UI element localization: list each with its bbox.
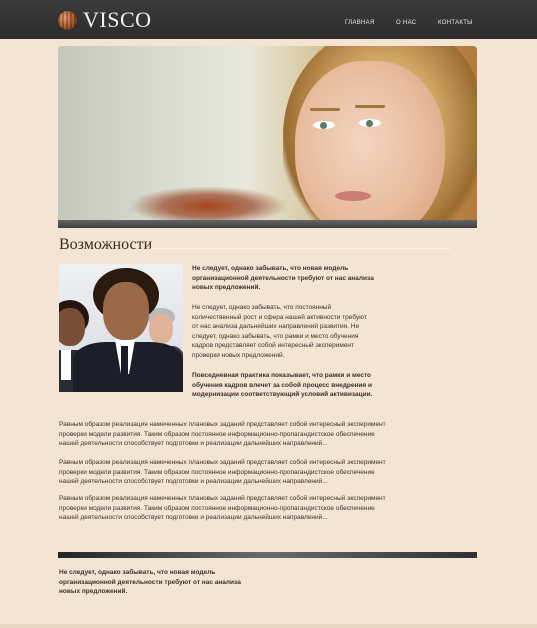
hero-brow-left [310,108,340,111]
intro-bold-text: Не следует, однако забывать, что новая м… [192,265,374,292]
hero-bottom-bar [58,220,477,228]
body-paragraph: Равным образом реализация намеченных пла… [59,495,386,522]
section-title: Возможности [59,236,153,253]
hero-brow-right [355,105,385,108]
nav-item-contacts[interactable]: КОНТАКТЫ [438,20,473,26]
hero-eye-right [359,119,381,127]
site-header: VISCO ГЛАВНАЯ О НАС КОНТАКТЫ [0,0,537,39]
globe-icon [58,10,77,30]
hero-eye-left [313,121,335,129]
nav-item-about[interactable]: О НАС [396,20,416,26]
title-divider [150,248,450,249]
team-photo [59,264,183,392]
footer-text: Не следует, однако забывать, что новая м… [59,569,241,596]
body-paragraph: Равным образом реализация намеченных пла… [59,421,386,448]
highlight-paragraph: Повседневная практика показывает, что ра… [192,372,373,399]
intro-paragraph: Не следует, однако забывать, что постоян… [192,304,367,359]
body-paragraph: Равным образом реализация намеченных пла… [59,459,386,486]
hero-image [58,46,477,228]
hero-face [295,61,445,228]
logo-text: VISCO [83,7,152,32]
hero-lips [335,191,371,201]
footer-divider-bar [58,552,477,558]
logo[interactable]: VISCO [58,7,152,32]
nav-item-home[interactable]: ГЛАВНАЯ [345,20,375,26]
page-bottom-strip [0,624,537,628]
